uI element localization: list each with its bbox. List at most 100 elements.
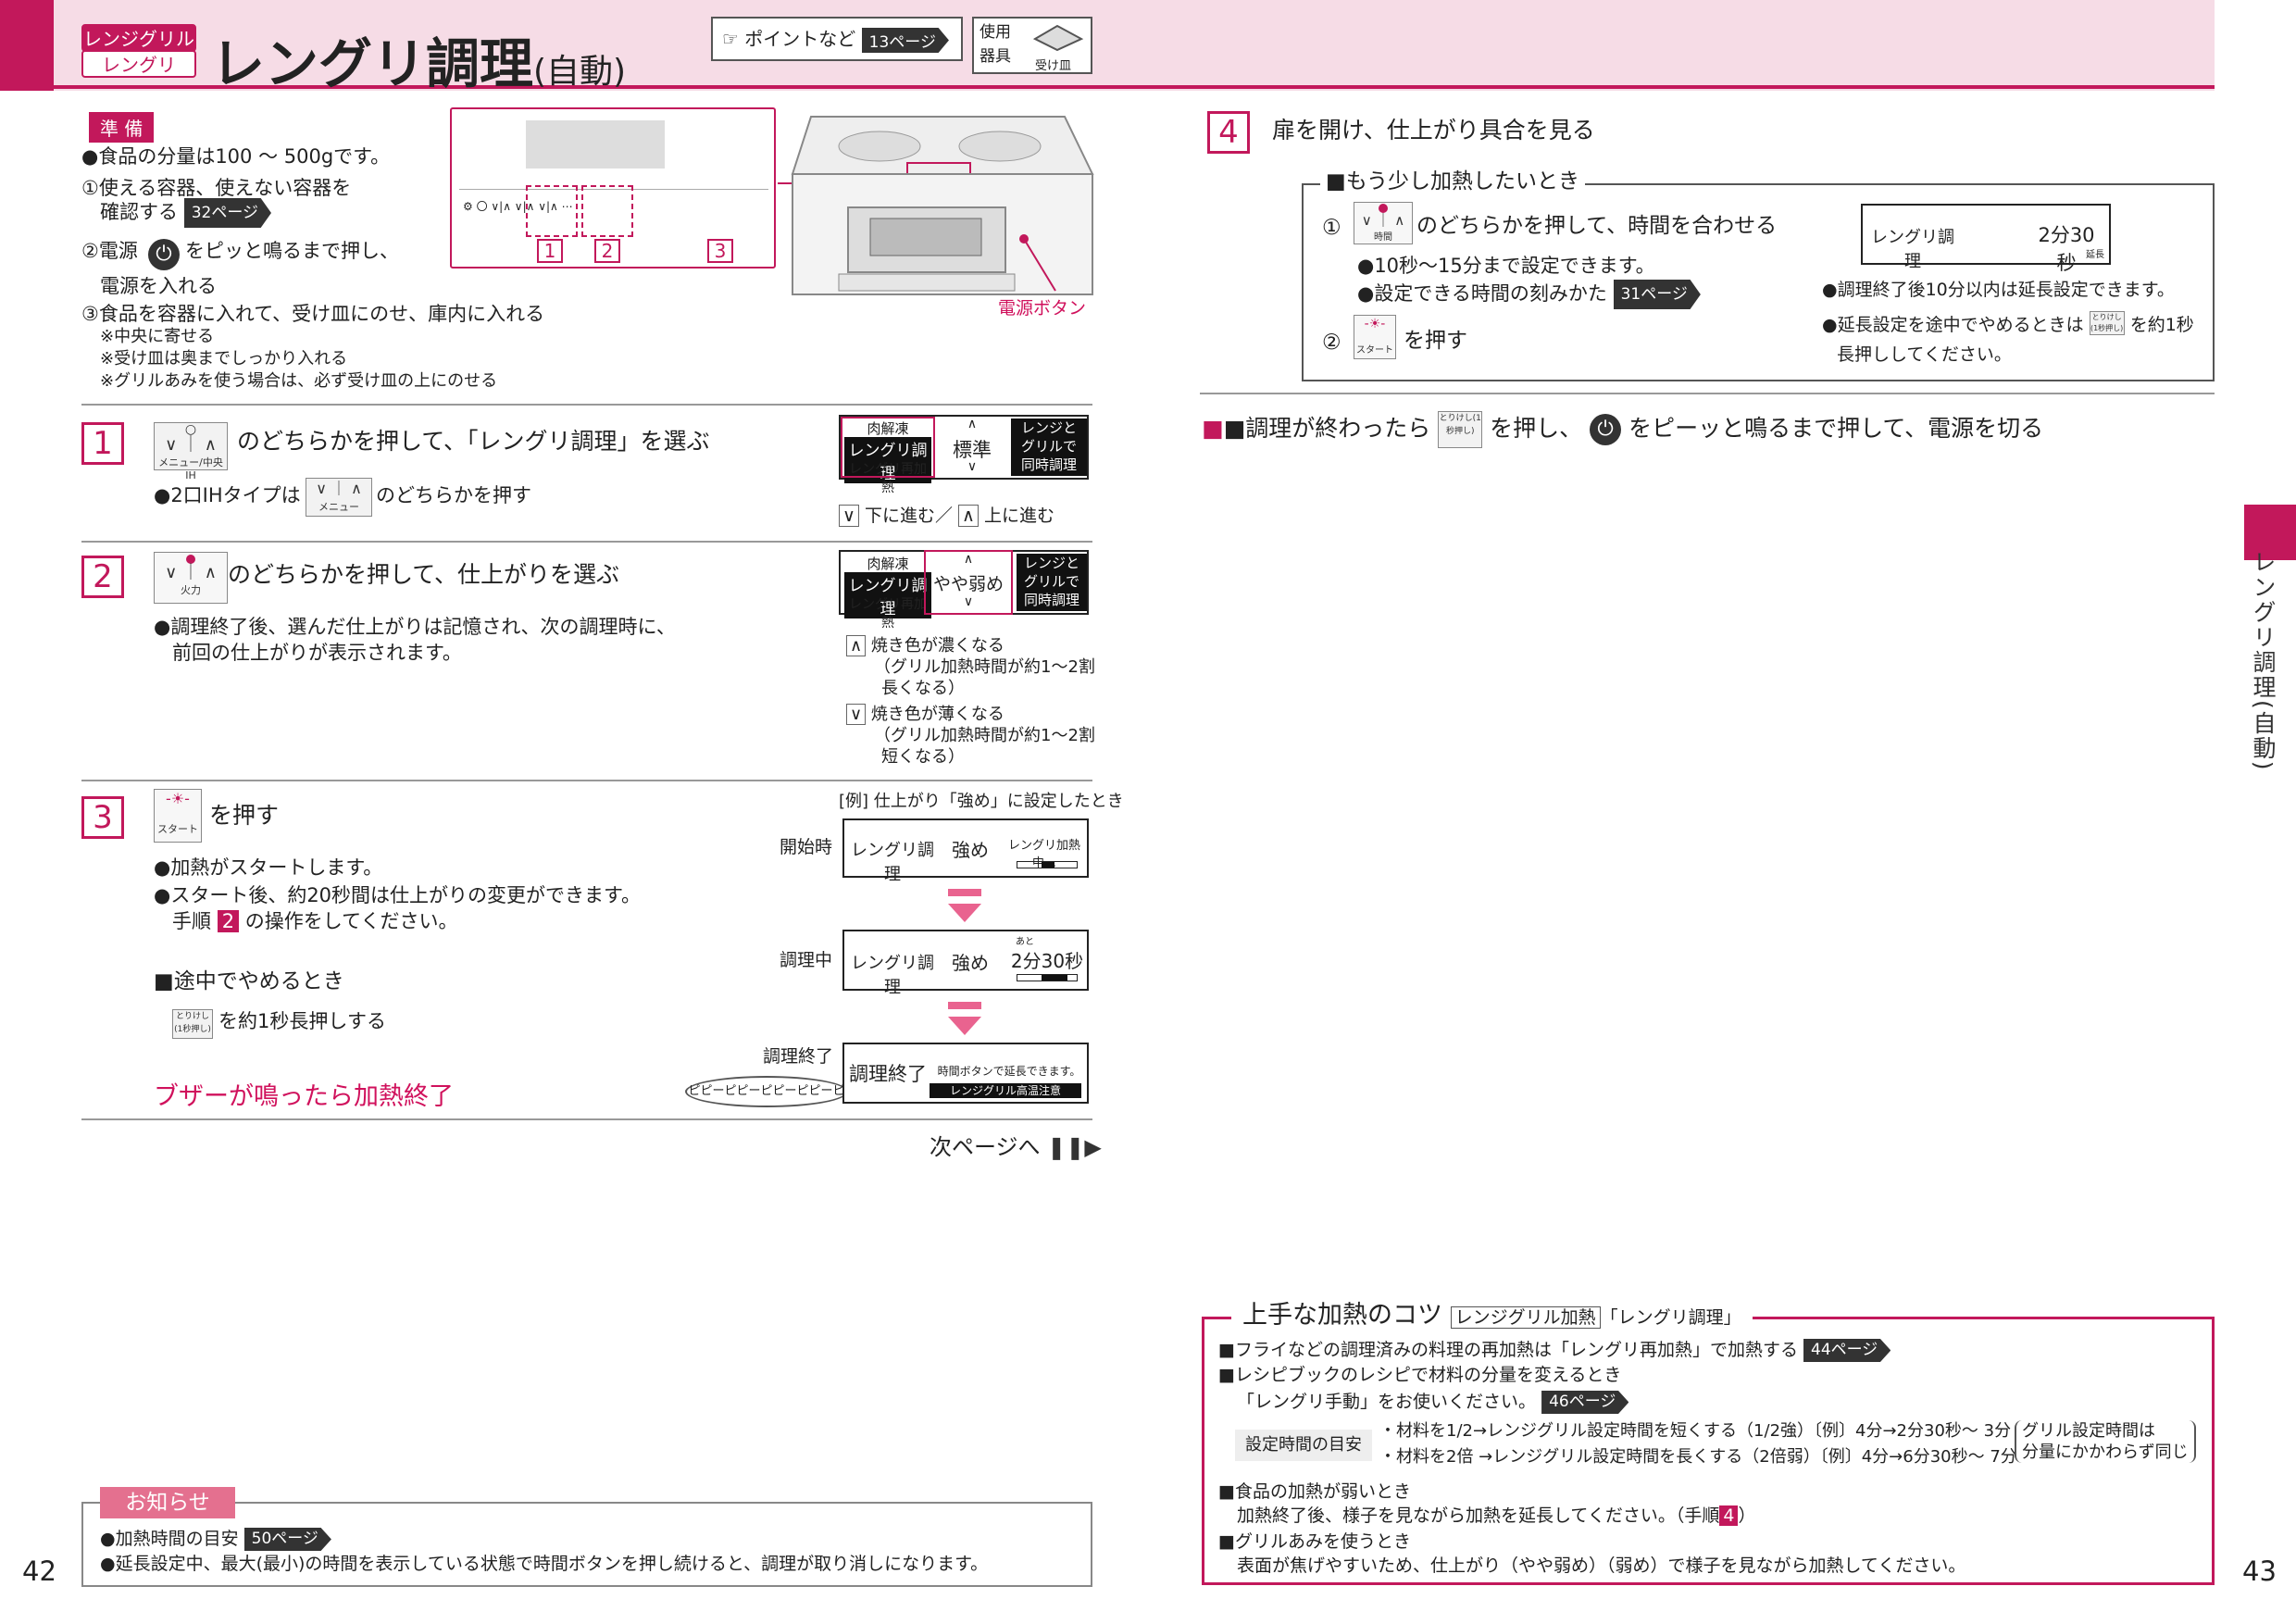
step-2-note-1: ●調理終了後、選んだ仕上がりは記憶され、次の調理時に、 bbox=[154, 616, 676, 638]
prep-page-ref[interactable]: 32ページ bbox=[183, 198, 271, 228]
step-4-display: レングリ調理 2分30秒 延長 bbox=[1861, 204, 2111, 274]
power-button-caption: 電源ボタン bbox=[998, 298, 1087, 319]
callout-1: 1 bbox=[537, 239, 563, 263]
next-page-link[interactable]: 次ページへ ❚❚▶ bbox=[930, 1133, 1102, 1161]
step-4-note-1: ●10秒～15分まで設定できます。 bbox=[1357, 255, 1655, 277]
power-icon-2: ⏻ bbox=[1590, 414, 1622, 445]
example-caption: [例] 仕上がり「強め」に設定したとき bbox=[839, 792, 1124, 811]
step-2-down-note: ∨ 焼き色が薄くなる （グリル加熱時間が約1～2割 短くなる） bbox=[846, 704, 1095, 768]
side-tab-label: レングリ調理(自動) bbox=[2250, 550, 2277, 772]
start-key-2: -☀- スタート bbox=[1354, 315, 1396, 359]
step-3-text: を押す bbox=[209, 802, 280, 829]
heat-key: ∨ ｜ ∧ 火力 bbox=[154, 552, 228, 604]
points-page-ref[interactable]: 13ページ bbox=[861, 28, 949, 53]
prep-note-3: ※グリルあみを使う場合は、必ず受け皿の上にのせる bbox=[100, 371, 498, 391]
step-2-up-note: ∧ 焼き色が濃くなる （グリル加熱時間が約1～2割 長くなる） bbox=[846, 635, 1095, 699]
info-line-1: ●加熱時間の目安 50ページ bbox=[100, 1528, 331, 1551]
prep-note-1: ※中央に寄せる bbox=[100, 327, 215, 346]
step-4-note-2: ●設定できる時間の刻みかた 31ページ bbox=[1357, 280, 1701, 309]
down-arrow-2 bbox=[948, 1017, 981, 1035]
step-2-number: 2 bbox=[81, 556, 124, 598]
beep-bubble: ピピーピピーピピーピピーピ bbox=[685, 1076, 848, 1107]
buzzer-text: ブザーが鳴ったら加熱終了 bbox=[154, 1082, 454, 1111]
callout-3: 3 bbox=[707, 239, 733, 263]
info-line-2: ●延長設定中、最大(最小)の時間を表示している状態で時間ボタンを押し続けると、調… bbox=[100, 1554, 989, 1574]
panel-display bbox=[526, 120, 665, 169]
page-number-right: 43 bbox=[2242, 1555, 2277, 1587]
step-2-display: 肉解凍 レングリ調理 レングリ再加熱 ∧ やや弱め ∨ レンジと グリルで 同時調理 bbox=[839, 550, 1089, 631]
mid-label: 調理中 bbox=[780, 950, 833, 970]
prep-line-3b: をピッと鳴るまで押し、 bbox=[185, 240, 399, 262]
tips-line-3: 「レングリ手動」をお使いください。 46ページ bbox=[1237, 1391, 1629, 1414]
time-key: ∨ ｜ ∧ 時間 bbox=[1354, 202, 1413, 244]
guide-note: グリル設定時間は 分量にかかわらず同じ bbox=[2015, 1420, 2196, 1463]
step-3-number: 3 bbox=[81, 796, 124, 839]
prep-line-4: ③食品を容器に入れて、受け皿にのせ、庫内に入れる bbox=[81, 303, 545, 325]
tips-line-7: 表面が焦げやすいため、仕上がり（やや弱め）（弱め）で様子を見ながら加熱してくださ… bbox=[1237, 1555, 1966, 1576]
prep-label: 準 備 bbox=[89, 112, 155, 143]
down-arrow-1 bbox=[948, 904, 981, 922]
stop-text: を約1秒長押しする bbox=[218, 1010, 386, 1032]
guide-line-1: ・材料を1/2→レンジグリル設定時間を短くする（1/2強）〔例〕4分→2分30秒… bbox=[1379, 1421, 2012, 1441]
hand-pointer-icon: ☞ bbox=[722, 28, 739, 50]
step-1-note-a: ●2口IHタイプは bbox=[154, 484, 301, 506]
step-1-number: 1 bbox=[81, 422, 124, 465]
cancel-key: とりけし(1秒押し) bbox=[172, 1009, 213, 1039]
prep-note-2: ※受け皿は奥までしっかり入れる bbox=[100, 349, 348, 369]
guide-line-2: ・材料を2倍 →レンジグリル設定時間を長くする（2倍弱）〔例〕4分→6分30秒～… bbox=[1379, 1447, 2017, 1467]
step-4-text: 扉を開け、仕上がり具合を見る bbox=[1272, 117, 1595, 144]
tips-line-4: ■食品の加熱が弱いとき bbox=[1218, 1481, 1411, 1502]
tips-title: 上手な加熱のコツ レンジグリル加熱 「レングリ調理」 bbox=[1231, 1300, 1753, 1333]
prep-line-2b: 確認する 32ページ bbox=[100, 198, 271, 228]
utensil-box: 使用 器具 受け皿 bbox=[972, 17, 1092, 74]
start-key: -☀- スタート bbox=[154, 789, 202, 843]
panel-keys: ⚙ 〇 ∨|∧ ∨|∧ ∨|∧ ⋯ bbox=[463, 200, 573, 213]
page-title: レングリ調理(自動) bbox=[211, 32, 627, 95]
step-4-number: 4 bbox=[1207, 111, 1250, 154]
page-number-left: 42 bbox=[22, 1555, 56, 1587]
category-badge-bottom: レングリ bbox=[81, 50, 196, 78]
display-mid: レングリ調理 強め あと 2分30秒 bbox=[842, 930, 1089, 997]
tips-line-5: 加熱終了後、様子を見ながら加熱を延長してください。（手順 4） bbox=[1237, 1505, 1756, 1526]
cancel-key-2: とりけし(1秒押し) bbox=[1438, 411, 1483, 448]
guide-label: 設定時間の目安 bbox=[1235, 1430, 1372, 1461]
category-badge-top: レンジグリル bbox=[81, 24, 196, 52]
step-4-right-1: ●調理終了後10分以内は延長設定できます。 bbox=[1822, 280, 2175, 300]
header-corner-accent bbox=[0, 0, 54, 91]
step-4-right-3: 長押ししてください。 bbox=[1837, 344, 2012, 365]
control-panel-illustration: ⚙ 〇 ∨|∧ ∨|∧ ∨|∧ ⋯ 1 2 3 bbox=[450, 107, 776, 269]
menu-key-small: ∨ ｜ ∧ メニュー bbox=[306, 478, 372, 517]
step-4-sub-1: のどちらかを押して、時間を合わせる bbox=[1416, 214, 1778, 238]
stove-illustration bbox=[778, 116, 1094, 295]
tips-line-2: ■レシピブックのレシピで材料の分量を変えるとき bbox=[1218, 1365, 1622, 1385]
step-2-note-2: 前回の仕上がりが表示されます。 bbox=[172, 642, 462, 664]
step-4-sub-2: を押す bbox=[1404, 329, 1467, 353]
display-start: レングリ調理 強め レングリ加熱中… bbox=[842, 818, 1089, 884]
info-label: お知らせ bbox=[100, 1487, 235, 1518]
step-3-note-2: ●スタート後、約20秒間は仕上がりの変更ができます。 bbox=[154, 884, 641, 906]
step-4-right-2: ●延長設定を途中でやめるときは とりけし(1秒押し) を約1秒 bbox=[1822, 311, 2194, 335]
stop-heading: ■途中でやめるとき bbox=[154, 969, 344, 993]
prep-line-1: ●食品の分量は100 ～ 500gです。 bbox=[81, 145, 391, 168]
tips-line-1: ■フライなどの調理済みの料理の再加熱は「レングリ再加熱」で加熱する 44ページ bbox=[1218, 1339, 1891, 1362]
step-3-note-1: ●加熱がスタートします。 bbox=[154, 856, 383, 879]
step-2-text: のどちらかを押して、仕上がりを選ぶ bbox=[228, 561, 620, 588]
tray-icon bbox=[1032, 24, 1084, 52]
menu-key: ○ ∨ ｜ ∧ メニュー/中央IH bbox=[154, 422, 228, 481]
points-ref: ☞ ポイントなど 13ページ bbox=[711, 17, 963, 61]
step-1-note-b: のどちらかを押す bbox=[376, 484, 531, 506]
finish-instruction: ■■調理が終わったら とりけし(1秒押し) を押し、 ⏻ をピーッと鳴るまで押し… bbox=[1202, 411, 2043, 448]
step-1-display: 肉解凍 レングリ調理 レングリ再加熱 ∧ 標準 ∨ レンジと グリルで 同時調理 bbox=[839, 415, 1089, 495]
power-icon: ⏻ bbox=[148, 239, 180, 270]
prep-line-3a: ②電源 bbox=[81, 240, 138, 262]
step-3-note-3: 手順 2 の操作をしてください。 bbox=[172, 910, 458, 932]
tips-line-6: ■グリルあみを使うとき bbox=[1218, 1531, 1411, 1552]
start-label: 開始時 bbox=[780, 837, 833, 857]
end-label: 調理終了 bbox=[763, 1046, 834, 1067]
display-end: 調理終了 時間ボタンで延長できます。 レンジグリル高温注意 bbox=[842, 1043, 1089, 1104]
step-1-nav: ∨ 下に進む／ ∧ 上に進む bbox=[839, 502, 1054, 527]
prep-line-3c: 電源を入れる bbox=[100, 275, 217, 297]
more-heat-heading: ■もう少し加熱したいとき bbox=[1320, 167, 1586, 196]
step-1-text: のどちらかを押して、「レングリ調理」を選ぶ bbox=[237, 428, 710, 455]
callout-2: 2 bbox=[594, 239, 620, 263]
